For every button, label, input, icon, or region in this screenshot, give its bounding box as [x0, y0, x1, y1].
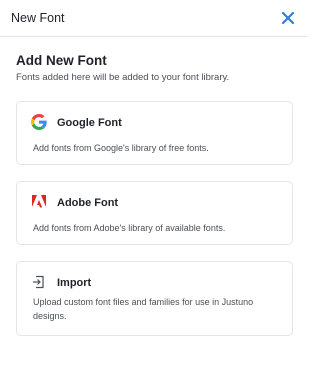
- google-font-title: Google Font: [57, 117, 122, 129]
- import-icon: [31, 274, 47, 290]
- adobe-font-title: Adobe Font: [57, 197, 119, 209]
- import-title: Import: [57, 277, 92, 289]
- google-font-option[interactable]: Google Font Add fonts from Google's libr…: [16, 101, 293, 165]
- close-icon: [281, 11, 295, 25]
- modal-header: New Font: [0, 0, 308, 37]
- google-font-description: Add fonts from Google's library of free …: [33, 143, 209, 153]
- section-title: Add New Font: [16, 53, 107, 68]
- adobe-font-description: Add fonts from Adobe's library of availa…: [33, 223, 226, 233]
- section-subtitle: Fonts added here will be added to your f…: [16, 72, 230, 83]
- modal-title: New Font: [11, 11, 65, 25]
- import-font-option[interactable]: Import Upload custom font files and fami…: [16, 261, 293, 336]
- import-description: Upload custom font files and families fo…: [33, 297, 254, 321]
- google-logo-icon: [31, 114, 47, 130]
- adobe-font-option[interactable]: Adobe Font Add fonts from Adobe's librar…: [16, 181, 293, 245]
- close-button[interactable]: [278, 8, 298, 28]
- adobe-logo-icon: [31, 194, 47, 210]
